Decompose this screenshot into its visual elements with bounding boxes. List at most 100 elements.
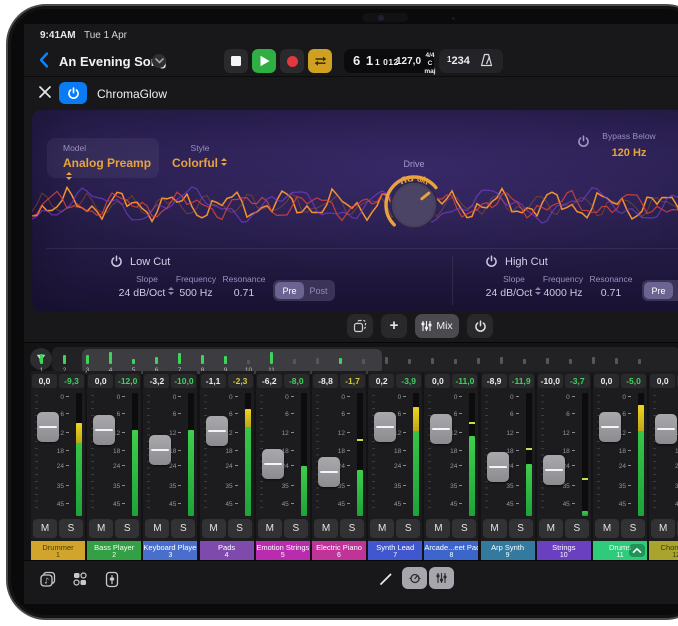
channel-strip-5: -6,2-8,0061218243545MSEmotion Strings5 [256,371,310,561]
count-in-button[interactable]: 1234 [447,55,470,67]
solo-button[interactable]: S [228,519,252,538]
volume-fader-cap[interactable] [374,412,396,442]
solo-button[interactable]: S [621,519,645,538]
edit-pencil-icon[interactable] [376,569,396,589]
volume-fader-cap[interactable] [430,414,452,444]
solo-button[interactable]: S [171,519,195,538]
bypass-label: Bypass Below [602,131,655,141]
track-name-label[interactable]: Drums11 [593,541,647,560]
mixer: 1234567891011 0,0-9,3061218243545MSDrumm… [24,342,678,560]
volume-fader-cap[interactable] [93,415,115,445]
solo-button[interactable]: S [565,519,589,538]
volume-fader-cap[interactable] [655,414,677,444]
mix-view-button[interactable]: Mix [415,314,459,338]
peak-value: -10,0 [171,374,196,388]
pre-segment[interactable]: Pre [275,282,304,299]
low-cut-resonance[interactable]: Resonance 0.71 [209,274,279,299]
level-meter [469,393,475,516]
track-name-label[interactable]: Bass Player2 [87,541,141,560]
volume-fader-cap[interactable] [487,452,509,482]
track-name-label[interactable]: Strings10 [537,541,591,560]
model-value: Analog Preamp [63,156,159,184]
solo-button[interactable]: S [340,519,364,538]
mixer-toggle[interactable] [429,567,454,589]
play-button[interactable] [252,49,276,73]
volume-fader-cap[interactable] [599,412,621,442]
stop-button[interactable] [224,49,248,73]
model-selector[interactable]: Model Analog Preamp [47,138,159,178]
volume-fader-cap[interactable] [149,435,171,465]
metronome-button[interactable] [479,53,494,73]
pre-segment[interactable]: Pre [644,282,673,299]
live-loops-button[interactable] [70,569,90,589]
mute-button[interactable]: M [33,519,57,538]
level-field[interactable]: Level 0.0 [664,126,678,159]
duplicate-button[interactable] [347,314,373,338]
drive-knob[interactable] [379,170,449,240]
mute-button[interactable]: M [651,519,675,538]
chevron-up-icon[interactable] [629,544,645,557]
mute-button[interactable]: M [595,519,619,538]
solo-button[interactable]: S [452,519,476,538]
track-name-label[interactable]: Keyboard Player3 [143,541,197,560]
track-name-label[interactable]: Drummer1 [31,541,85,560]
record-button[interactable] [280,49,304,73]
overview-strip[interactable]: 1234567891011 [52,347,678,372]
solo-button[interactable]: S [396,519,420,538]
track-name-label[interactable]: Arp Synth9 [481,541,535,560]
mute-button[interactable]: M [426,519,450,538]
solo-button[interactable]: S [115,519,139,538]
volume-fader-cap[interactable] [37,412,59,442]
loops-icon: ♪ [39,570,57,588]
lcd-display[interactable]: 6 1 1 012 127,0 4/4C maj MIDI [344,49,434,73]
add-track-button[interactable]: + [381,314,407,338]
mixer-power-button[interactable] [467,314,493,338]
low-cut-power-icon[interactable] [110,255,123,273]
lcd-position: 6 1 [353,53,374,68]
track-name-label[interactable]: Pads4 [200,541,254,560]
mute-button[interactable]: M [314,519,338,538]
power-icon [474,320,487,333]
volume-fader-cap[interactable] [262,449,284,479]
track-name-label[interactable]: Arcade...eet Pad8 [424,541,478,560]
cycle-icon [313,55,328,67]
high-cut-resonance[interactable]: Resonance 0.71 [576,274,646,299]
mute-button[interactable]: M [539,519,563,538]
solo-button[interactable]: S [59,519,83,538]
volume-fader-cap[interactable] [206,416,228,446]
smart-controls-toggle[interactable] [402,567,427,589]
level-meter [188,393,194,516]
post-segment[interactable]: Post [673,282,678,299]
plugin-power-button[interactable] [59,82,87,104]
mute-button[interactable]: M [89,519,113,538]
volume-fader-cap[interactable] [543,455,565,485]
mute-button[interactable]: M [145,519,169,538]
post-segment[interactable]: Post [304,282,333,299]
song-menu-chevron-icon[interactable] [152,54,166,68]
solo-button[interactable]: S [284,519,308,538]
mute-button[interactable]: M [483,519,507,538]
close-icon[interactable] [38,85,54,101]
high-cut-power-icon[interactable] [485,255,498,273]
song-title[interactable]: An Evening Song [59,54,167,69]
volume-fader-cap[interactable] [318,457,340,487]
channel-strip-1: 0,0-9,3061218243545MSDrummer1 [31,371,85,561]
bypass-power-icon[interactable] [577,135,590,153]
loop-browser-button[interactable]: ♪ [38,569,58,589]
cycle-button[interactable] [308,49,332,73]
back-chevron-icon[interactable] [38,51,54,71]
track-name-label[interactable]: Chorus V12 [649,541,678,560]
drive-label: Drive [403,159,424,169]
mute-button[interactable]: M [202,519,226,538]
screen: 9:41AM Tue 1 Apr An Evening Song [24,24,678,604]
fader-panel-button[interactable] [102,569,122,589]
bypass-below-field[interactable]: Bypass Below 120 Hz [598,126,660,159]
solo-button[interactable]: S [509,519,533,538]
mute-button[interactable]: M [370,519,394,538]
volume-value: -8,9 [482,374,507,388]
style-selector[interactable]: Style Colorful [150,143,250,172]
track-name-label[interactable]: Synth Lead7 [368,541,422,560]
mute-button[interactable]: M [258,519,282,538]
track-name-label[interactable]: Electric Piano6 [312,541,366,560]
track-name-label[interactable]: Emotion Strings5 [256,541,310,560]
